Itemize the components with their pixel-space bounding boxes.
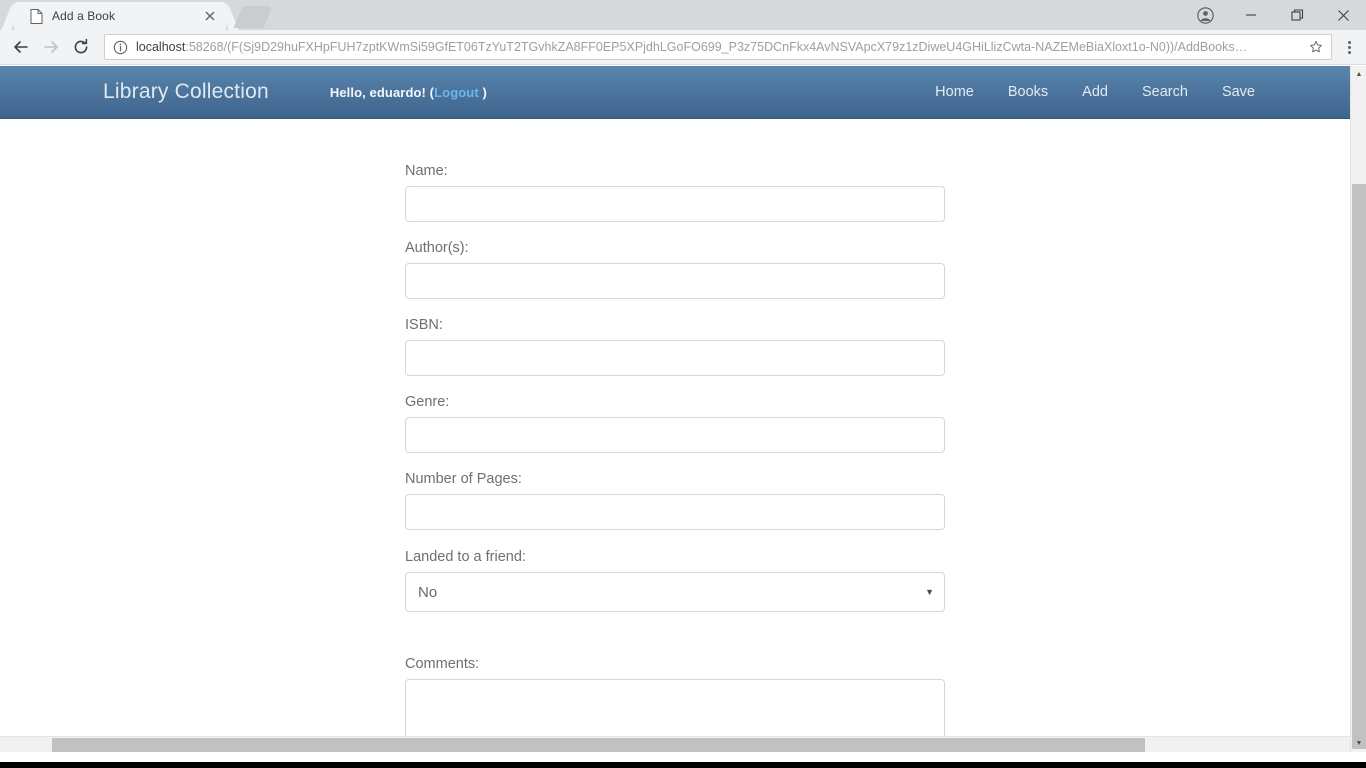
isbn-input[interactable] [405, 340, 945, 376]
site-navbar: Library Collection Hello, eduardo! (Logo… [0, 66, 1350, 119]
genre-label: Genre: [405, 394, 450, 410]
horizontal-scroll-thumb[interactable] [52, 738, 1145, 752]
nav-item-home[interactable]: Home [918, 84, 991, 100]
new-tab-icon[interactable] [233, 6, 273, 28]
browser-toolbar: localhost:58268/(F(Sj9D29huFXHpFUH7zptKW… [0, 30, 1366, 65]
horizontal-scrollbar[interactable] [0, 736, 1350, 752]
page-content: Name: Author(s): ISBN: Genre: Number of … [0, 119, 1350, 752]
authors-label: Author(s): [405, 240, 469, 256]
pages-label: Number of Pages: [405, 471, 522, 487]
back-arrow-icon[interactable] [6, 33, 36, 61]
scroll-down-arrow-icon[interactable]: ▼ [1351, 735, 1366, 752]
forward-arrow-icon [36, 33, 66, 61]
tab-strip: Add a Book [0, 0, 1366, 30]
three-dot-menu-icon[interactable] [1338, 40, 1360, 54]
landed-to-friend-select-wrap: No Yes ▼ [405, 572, 945, 612]
field-group-pages: Number of Pages: [405, 471, 945, 530]
browser-tab[interactable]: Add a Book [14, 2, 226, 30]
name-input[interactable] [405, 186, 945, 222]
scroll-up-arrow-icon[interactable]: ▲ [1351, 66, 1366, 83]
field-group-isbn: ISBN: [405, 317, 945, 376]
logout-link[interactable]: Logout [434, 85, 479, 100]
page-viewport: Library Collection Hello, eduardo! (Logo… [0, 66, 1366, 768]
minimize-icon[interactable] [1228, 0, 1274, 30]
page-icon [28, 8, 44, 24]
window-close-icon[interactable] [1320, 0, 1366, 30]
vertical-scrollbar[interactable]: ▲ ▼ [1350, 66, 1366, 752]
window-bottom-edge [0, 762, 1366, 768]
nav-item-save[interactable]: Save [1205, 84, 1272, 100]
profile-avatar-icon[interactable] [1182, 0, 1228, 30]
vertical-scroll-thumb[interactable] [1352, 184, 1366, 749]
add-book-form: Name: Author(s): ISBN: Genre: Number of … [405, 119, 945, 752]
site-nav-links: Home Books Add Search Save [918, 84, 1272, 100]
reload-icon[interactable] [66, 33, 96, 61]
landed-to-friend-label: Landed to a friend: [405, 549, 526, 565]
authors-input[interactable] [405, 263, 945, 299]
genre-input[interactable] [405, 417, 945, 453]
maximize-icon[interactable] [1274, 0, 1320, 30]
pages-input[interactable] [405, 494, 945, 530]
browser-window: Add a Book localhost:58268/(F(Sj9D29huFX… [0, 0, 1366, 768]
bookmark-star-icon[interactable] [1307, 40, 1325, 54]
tab-title: Add a Book [52, 9, 116, 23]
address-bar[interactable]: localhost:58268/(F(Sj9D29huFXHpFUH7zptKW… [104, 34, 1332, 60]
user-greeting: Hello, eduardo! (Logout ) [330, 85, 487, 100]
site-brand[interactable]: Library Collection [103, 80, 269, 104]
field-group-name: Name: [405, 163, 945, 222]
web-page: Library Collection Hello, eduardo! (Logo… [0, 66, 1350, 752]
comments-label: Comments: [405, 656, 480, 672]
url-text[interactable]: localhost:58268/(F(Sj9D29huFXHpFUH7zptKW… [136, 35, 1307, 59]
landed-to-friend-select[interactable]: No Yes [405, 572, 945, 612]
greeting-prefix: Hello, eduardo! ( [329, 84, 435, 100]
info-circle-icon[interactable] [113, 40, 129, 55]
isbn-label: ISBN: [405, 317, 443, 333]
nav-item-add[interactable]: Add [1065, 84, 1125, 100]
window-controls [1182, 0, 1366, 30]
url-path: :58268/(F(Sj9D29huFXHpFUH7zptKWmSi59GfET… [185, 40, 1248, 54]
url-host: localhost [136, 40, 186, 54]
name-label: Name: [405, 163, 448, 179]
field-group-genre: Genre: [405, 394, 945, 453]
nav-item-books[interactable]: Books [991, 84, 1065, 100]
field-group-landed-to-friend: Landed to a friend: No Yes ▼ [405, 549, 945, 612]
field-group-authors: Author(s): [405, 240, 945, 299]
close-icon[interactable] [202, 8, 218, 24]
nav-item-search[interactable]: Search [1125, 84, 1205, 100]
greeting-suffix: ) [478, 84, 487, 100]
